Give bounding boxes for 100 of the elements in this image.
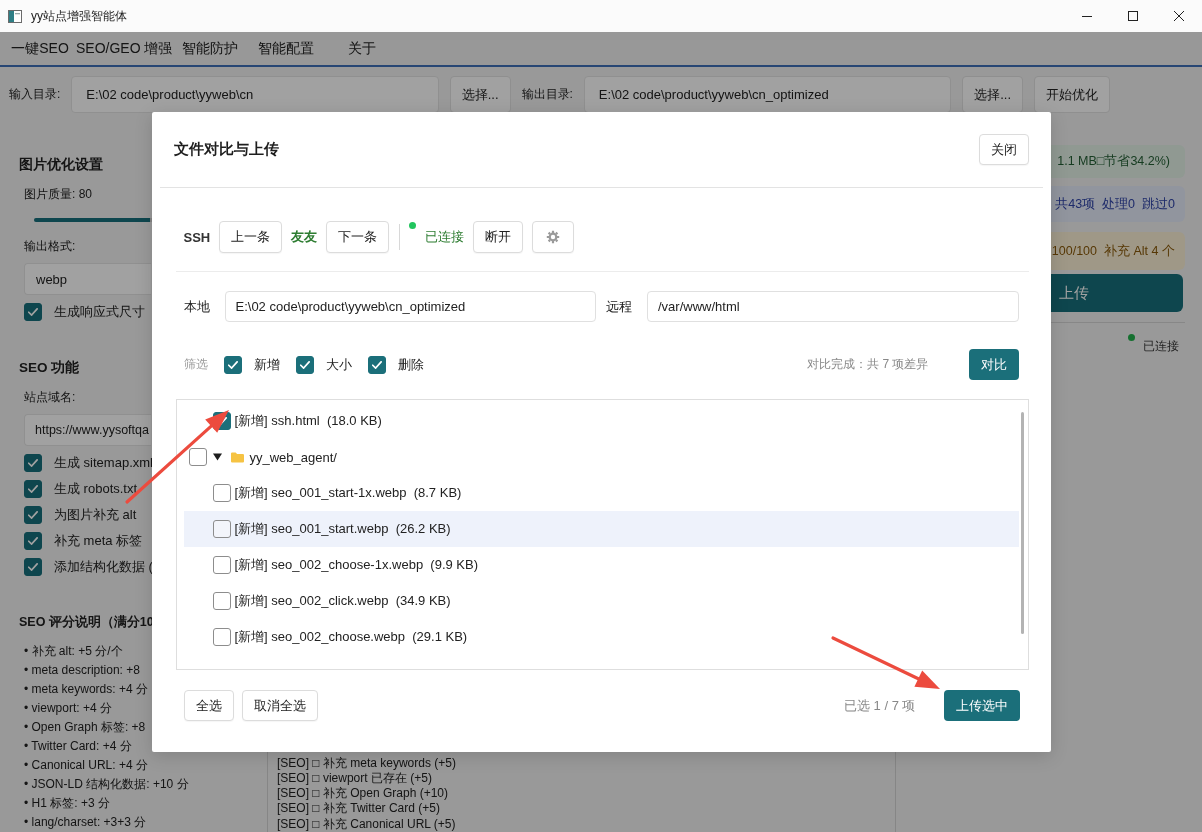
checkbox-label: 生成响应式尺寸 bbox=[54, 303, 145, 321]
host-name: 友友 bbox=[291, 228, 318, 246]
checkbox-label: 删除 bbox=[397, 355, 424, 374]
log-line: [SEO] □ 补充 meta keywords (+5) bbox=[277, 755, 456, 771]
checkbox[interactable] bbox=[24, 532, 42, 550]
local-path-field[interactable]: E:\02 code\product\yyweb\cn_optimized bbox=[224, 291, 596, 322]
field-label: 输出目录: bbox=[521, 86, 573, 103]
browse-button[interactable]: 选择... bbox=[449, 76, 511, 113]
checkbox[interactable] bbox=[24, 506, 42, 524]
previous-button[interactable]: 上一条 bbox=[219, 221, 283, 253]
field-label: 输入目录: bbox=[9, 86, 61, 103]
file-name: [新增] seo_002_choose-1x.webp (9.9 KB) bbox=[234, 556, 479, 574]
checkbox[interactable] bbox=[212, 556, 231, 574]
checkbox[interactable] bbox=[212, 592, 231, 610]
check-icon bbox=[227, 360, 238, 369]
checkbox-label: 新增 bbox=[253, 355, 280, 374]
score-rule: • meta keywords: +4 分 bbox=[24, 681, 148, 698]
folder-name: yy_web_agent/ bbox=[249, 449, 337, 465]
checkbox-label: 补充 meta 标签 bbox=[54, 532, 143, 550]
file-row[interactable]: [新增] seo_001_start.webp (26.2 KB) bbox=[183, 511, 1019, 547]
upload-button[interactable]: 上传 bbox=[1051, 274, 1183, 312]
select-all-button[interactable]: 全选 bbox=[183, 690, 234, 721]
score-rule: • JSON-LD 结构化数据: +10 分 bbox=[24, 776, 189, 793]
file-row[interactable]: [新增] seo_002_choose.webp (29.1 KB) bbox=[183, 619, 1019, 655]
folder-icon bbox=[230, 451, 244, 463]
maximize-icon bbox=[1128, 11, 1138, 21]
checkbox[interactable] bbox=[212, 628, 231, 646]
minimize-icon bbox=[1082, 15, 1092, 17]
stats-text: 跳过0 bbox=[1142, 195, 1175, 213]
log-line: [SEO] □ 补充 Open Graph (+10) bbox=[277, 786, 448, 802]
disconnect-button[interactable]: 断开 bbox=[473, 221, 524, 253]
start-button[interactable]: 开始优化 bbox=[1034, 76, 1110, 113]
log-line: [SEO] □ viewport 已存在 (+5) bbox=[277, 770, 432, 787]
menu-item[interactable]: SEO/GEO 增强 bbox=[76, 34, 173, 63]
settings-icon bbox=[546, 230, 561, 244]
score-rule: • 补充 alt: +5 分/个 bbox=[24, 643, 123, 660]
next-button[interactable]: 下一条 bbox=[326, 221, 390, 253]
file-row[interactable]: yy_web_agent/ bbox=[183, 439, 1019, 475]
dialog-title: 文件对比与上传 bbox=[173, 140, 279, 159]
check-icon bbox=[299, 360, 310, 369]
savings-text: 1.1 MB□节省34.2%) bbox=[1057, 153, 1170, 170]
checkbox[interactable] bbox=[212, 520, 231, 538]
deselect-all-button[interactable]: 取消全选 bbox=[241, 690, 318, 721]
checkbox-label: 添加结构化数据 ( bbox=[54, 558, 153, 576]
close-button[interactable]: 关闭 bbox=[978, 134, 1029, 165]
field-label: 站点域名: bbox=[24, 389, 76, 405]
section-title: SEO 功能 bbox=[19, 359, 80, 377]
path-field[interactable]: E:\02 code\product\yyweb\cn_optimized bbox=[583, 76, 952, 113]
menu-item[interactable]: 智能配置 bbox=[248, 34, 325, 63]
file-name: [新增] seo_001_start.webp (26.2 KB) bbox=[234, 520, 451, 538]
path-field[interactable]: E:\02 code\product\yyweb\cn bbox=[71, 76, 439, 113]
checkbox-label: 生成 sitemap.xml bbox=[54, 454, 153, 472]
score-text: 补充 Alt 4 个 bbox=[1104, 242, 1175, 260]
upload-selected-button[interactable]: 上传选中 bbox=[943, 690, 1020, 721]
score-rule: • H1 标签: +3 分 bbox=[24, 795, 110, 812]
browse-button[interactable]: 选择... bbox=[962, 76, 1023, 113]
score-text: 100/100 bbox=[1051, 244, 1098, 258]
menu-item[interactable]: 关于 bbox=[324, 34, 401, 63]
domain-field[interactable]: https://www.yysoftqa bbox=[24, 414, 151, 446]
compare-summary: 对比完成：共 7 项差异 bbox=[807, 356, 929, 373]
close-icon bbox=[1174, 11, 1184, 21]
selection-count: 已选 1 / 7 项 bbox=[843, 696, 916, 715]
log-line: [SEO] □ 补充 Twitter Card (+5) bbox=[277, 801, 440, 817]
compare-button[interactable]: 对比 bbox=[968, 349, 1019, 380]
menu-item[interactable]: 一键SEO bbox=[4, 34, 76, 63]
checkbox[interactable] bbox=[24, 480, 42, 498]
score-rule: • Open Graph 标签: +8 bbox=[24, 719, 146, 736]
score-rule: • viewport: +4 分 bbox=[24, 700, 112, 717]
stats-text: 处理0 bbox=[1102, 195, 1136, 213]
check-icon bbox=[28, 485, 38, 493]
checkbox[interactable] bbox=[24, 454, 42, 472]
file-row[interactable]: [新增] seo_002_click.webp (34.9 KB) bbox=[183, 583, 1019, 619]
checkbox[interactable] bbox=[295, 355, 314, 374]
score-rule: • Twitter Card: +4 分 bbox=[24, 738, 132, 755]
check-icon bbox=[28, 308, 38, 316]
file-row[interactable]: [新增] seo_001_start-1x.webp (8.7 KB) bbox=[183, 475, 1019, 511]
checkbox[interactable] bbox=[24, 303, 42, 321]
score-rule: • meta description: +8 bbox=[24, 662, 140, 679]
connection-status: 已连接 bbox=[425, 228, 465, 246]
check-icon bbox=[28, 537, 38, 545]
checkbox[interactable] bbox=[188, 448, 207, 466]
scrollbar[interactable] bbox=[1020, 412, 1024, 634]
checkbox[interactable] bbox=[367, 355, 386, 374]
format-select[interactable]: webp bbox=[24, 263, 151, 295]
file-name: [新增] seo_002_choose.webp (29.1 KB) bbox=[234, 628, 468, 646]
score-rule: • Canonical URL: +4 分 bbox=[24, 757, 148, 774]
checkbox[interactable] bbox=[24, 558, 42, 576]
file-name: [新增] seo_001_start-1x.webp (8.7 KB) bbox=[234, 484, 462, 502]
remote-label: 远程 bbox=[606, 297, 632, 316]
remote-path-field[interactable]: /var/www/html bbox=[647, 291, 1019, 322]
menu-item[interactable]: 智能防护 bbox=[172, 34, 249, 63]
local-label: 本地 bbox=[183, 297, 210, 316]
file-row[interactable]: [新增] seo_002_choose-1x.webp (9.9 KB) bbox=[183, 547, 1019, 583]
checkbox[interactable] bbox=[223, 355, 242, 374]
caret-icon[interactable] bbox=[212, 453, 222, 461]
log-line: [SEO] □ 补充 Canonical URL (+5) bbox=[277, 816, 456, 832]
check-icon bbox=[28, 511, 38, 519]
section-title: 图片优化设置 bbox=[19, 156, 103, 174]
settings-button[interactable] bbox=[532, 221, 575, 253]
checkbox[interactable] bbox=[212, 484, 231, 502]
